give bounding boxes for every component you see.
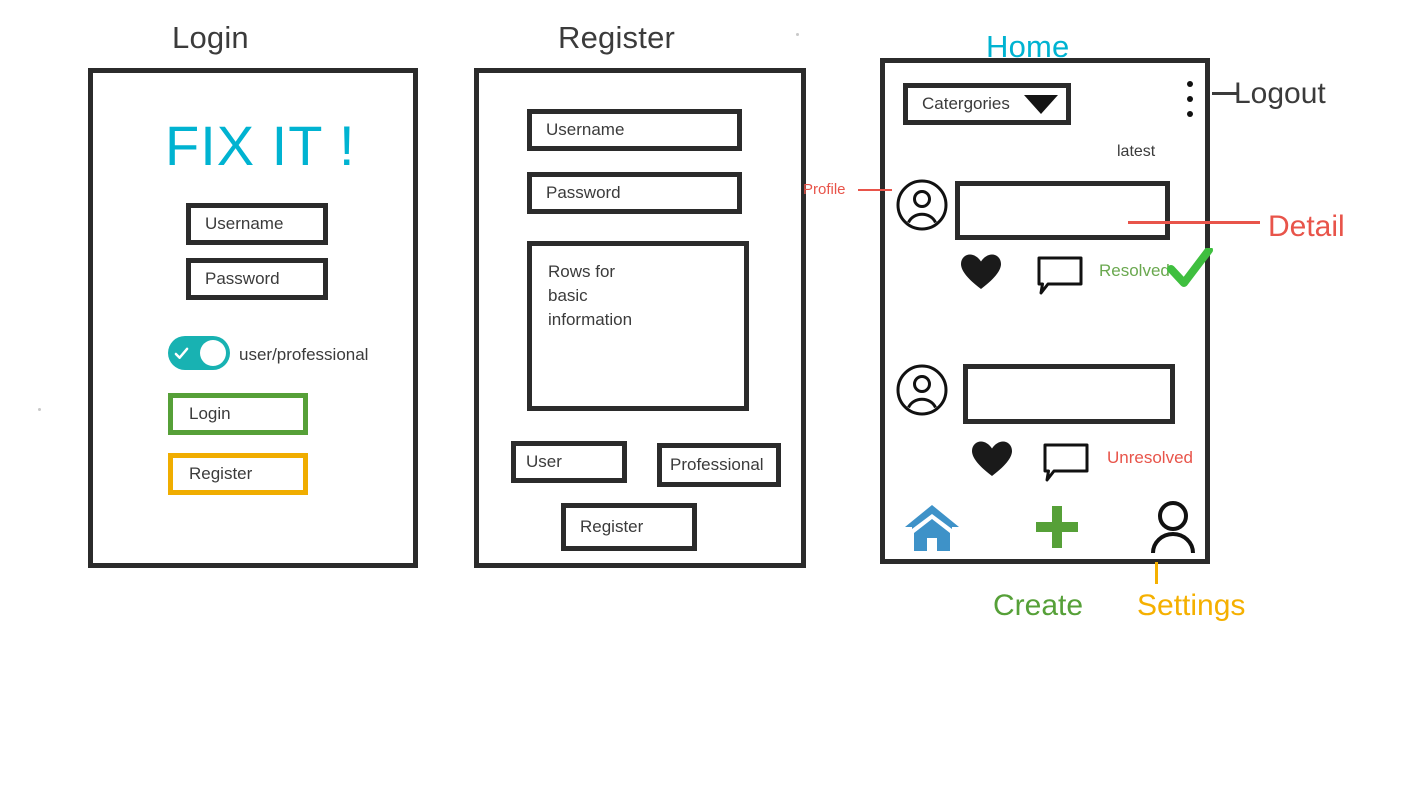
chevron-down-icon [1024,94,1058,114]
post-1-status-badge: Resolved [1099,261,1170,280]
annotation-detail: Detail [1268,210,1345,243]
overflow-menu-button[interactable] [1185,81,1195,117]
toggle-knob [200,340,226,366]
role-professional-button[interactable]: Professional [657,443,781,487]
annotation-logout: Logout [1234,77,1326,110]
register-username-input[interactable]: Username [527,109,742,151]
house-icon [905,505,959,551]
post-1-resolved-check [1167,248,1213,290]
login-password-placeholder: Password [205,269,280,288]
check-mark-icon [1167,248,1213,287]
nav-create-button[interactable] [1033,503,1081,551]
categories-dropdown-label: Catergories [922,94,1010,113]
home-phone-frame: Catergories latest Resolved Unresolved [880,58,1213,564]
login-button[interactable]: Login [168,393,308,435]
toggle-label: user/professional [239,345,369,364]
heart-icon [961,254,1001,289]
detail-leader-line [1128,221,1260,224]
register-link-label: Register [189,464,253,483]
login-password-input[interactable]: Password [186,258,328,300]
decorative-speck [38,408,41,411]
info-line: Rows for [548,262,616,281]
decorative-speck [796,33,799,36]
kebab-dot [1187,81,1193,87]
post-1-avatar[interactable] [895,178,949,232]
post-2-status-badge: Unresolved [1107,448,1193,467]
post-2-avatar[interactable] [895,363,949,417]
post-1-comment-button[interactable] [1037,256,1083,296]
check-icon [174,347,189,359]
post-2-like-button[interactable] [970,440,1014,478]
nav-home-button[interactable] [903,503,961,553]
plus-icon [1036,506,1078,548]
register-basic-info-textarea[interactable]: Rows for basic information [527,241,749,411]
annotation-settings: Settings [1137,589,1246,622]
info-line: basic [548,286,588,305]
annotation-create: Create [993,589,1084,622]
settings-leader-line [1155,562,1158,584]
categories-dropdown[interactable]: Catergories [903,83,1071,125]
login-button-label: Login [189,404,231,423]
login-screen-title: Login [172,20,249,55]
register-submit-button[interactable]: Register [561,503,697,551]
nav-settings-button[interactable] [1147,499,1199,555]
app-brand-title: FIX IT ! [165,114,356,177]
feed-sort-label: latest [1117,143,1156,160]
register-screen-title: Register [558,20,676,55]
register-submit-label: Register [580,517,644,536]
wireframe-canvas: Login FIX IT ! Username Password user/pr… [0,0,1422,800]
post-1-like-button[interactable] [959,253,1003,291]
login-username-input[interactable]: Username [186,203,328,245]
comment-bubble-icon [1037,256,1083,295]
comment-bubble-icon [1043,443,1089,482]
role-professional-label: Professional [670,455,764,474]
register-password-input[interactable]: Password [527,172,742,214]
register-username-placeholder: Username [546,120,625,139]
role-user-label: User [526,452,562,471]
register-password-placeholder: Password [546,183,621,202]
profile-leader-line [858,189,892,191]
kebab-dot [1187,111,1193,117]
user-avatar-icon [896,179,948,231]
person-icon [1151,501,1195,554]
role-user-button[interactable]: User [511,441,627,483]
user-avatar-icon [896,364,948,416]
login-username-placeholder: Username [205,214,284,233]
kebab-dot [1187,96,1193,102]
user-professional-toggle[interactable] [168,336,230,370]
login-phone-frame: FIX IT ! Username Password user/professi… [88,68,418,568]
heart-icon [972,441,1012,476]
post-2-content-box[interactable] [963,364,1175,424]
info-line: information [548,310,633,329]
post-2-comment-button[interactable] [1043,443,1089,483]
register-link-button[interactable]: Register [168,453,308,495]
register-phone-frame: Username Password Rows for basic informa… [474,68,806,568]
annotation-profile: Profile [803,181,846,198]
post-1-content-box[interactable] [955,181,1170,240]
